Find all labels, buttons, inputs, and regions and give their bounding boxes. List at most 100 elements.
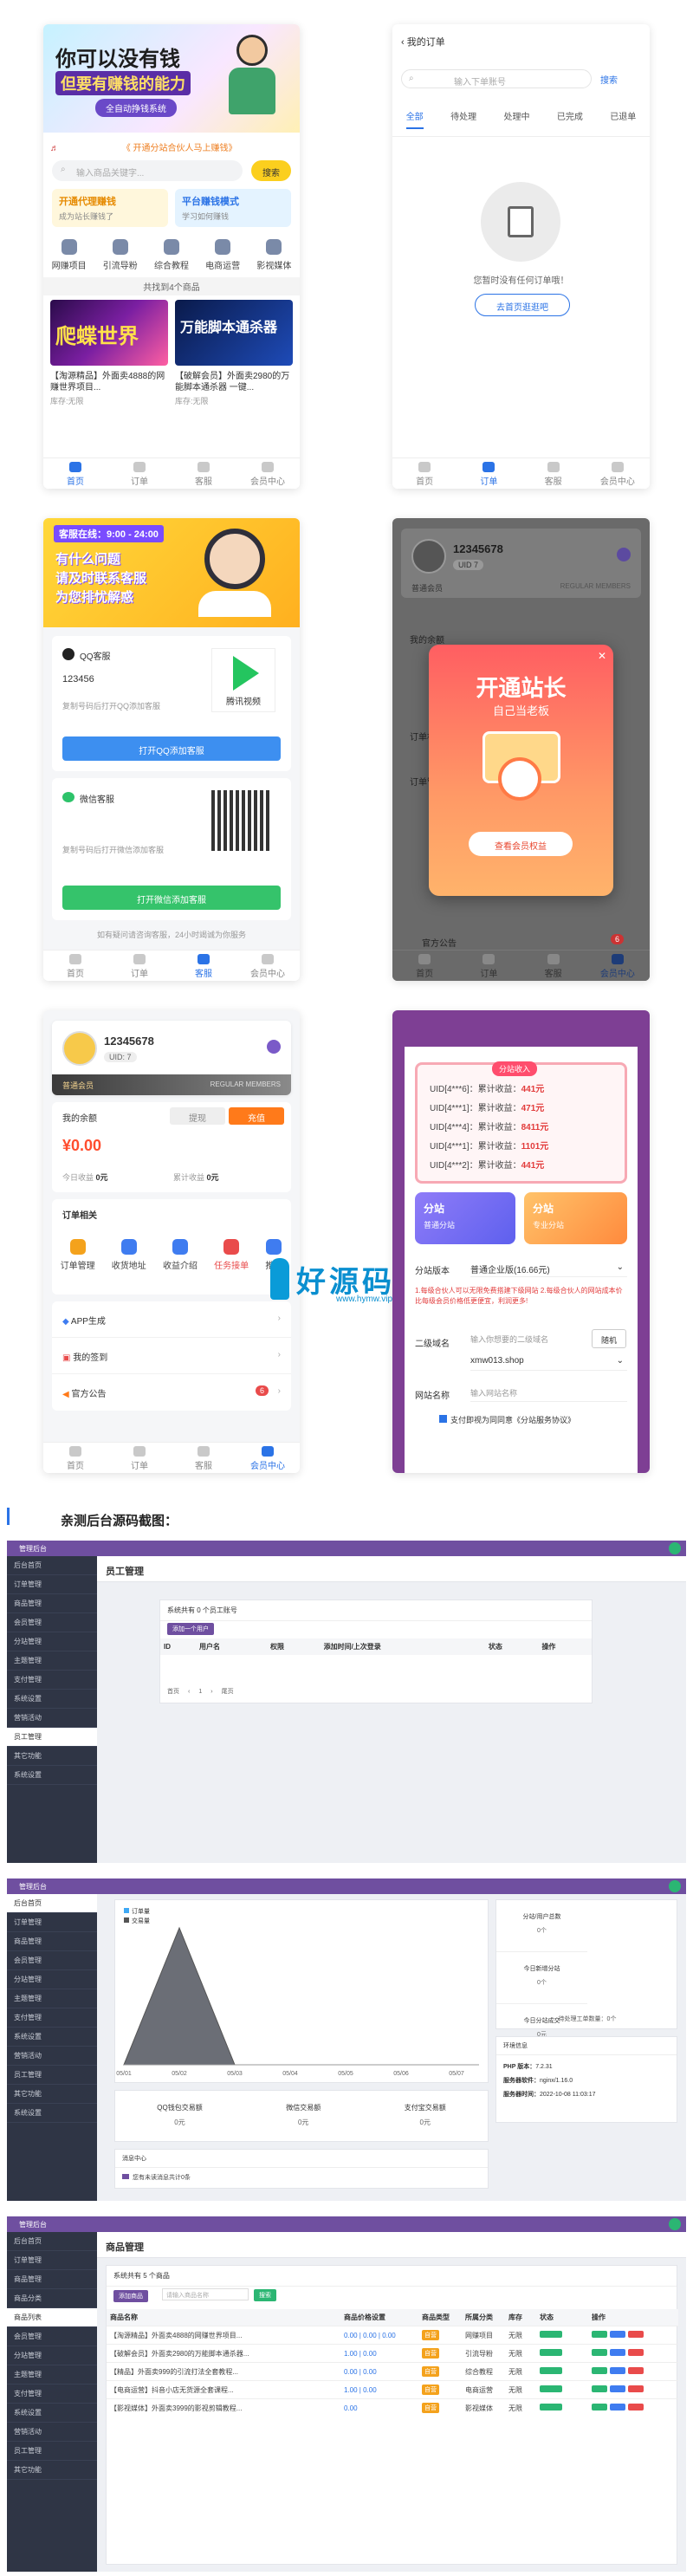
sidebar-item[interactable]: 系统设置 [7,2404,97,2423]
nav-home[interactable]: 首页 [43,458,107,489]
nav-service[interactable]: 客服 [521,458,586,489]
withdraw-button[interactable]: 提现 [170,1107,225,1125]
action-button[interactable] [592,2331,607,2338]
goods-search-button[interactable]: 搜索 [254,2289,276,2301]
sidebar-item[interactable]: 营销活动 [7,1709,97,1728]
action-button[interactable] [610,2385,625,2392]
sidebar-item[interactable]: 会员管理 [7,2327,97,2346]
sidebar-item[interactable]: 商品列表 [7,2308,97,2327]
menu-checkin[interactable]: ▣ 我的签到 › [52,1338,291,1374]
nav-member[interactable]: 会员中心 [586,951,650,981]
action-button[interactable] [628,2331,644,2338]
order-item[interactable]: 收益介绍 [163,1239,198,1271]
nav-service[interactable]: 客服 [172,1443,236,1473]
avatar[interactable] [669,1880,681,1892]
sidebar-item[interactable]: 订单管理 [7,1913,97,1932]
site-name-input[interactable]: 输入网站名称 [470,1383,627,1402]
sidebar-item[interactable]: 商品管理 [7,2270,97,2289]
action-button[interactable] [592,2385,607,2392]
qq-number[interactable]: 123456 [62,674,94,685]
sidebar-item[interactable]: 其它功能 [7,2085,97,2104]
action-button[interactable] [610,2367,625,2374]
table-row[interactable]: 【影视媒体】外面卖3999的影视剪辑教程... 0.00 自营 影视媒体 无限 [107,2398,678,2417]
table-row[interactable]: 【电商运营】抖音小店无货源全套课程... 1.00 | 0.00 自营 电商运营 无限 [107,2380,678,2399]
settings-icon[interactable] [267,1040,281,1054]
promo-agent[interactable]: 开通代理赚钱 成为站长赚钱了 [52,189,168,227]
home-banner[interactable]: 你可以没有钱 但要有赚钱的能力 全自动挣钱系统 [43,24,300,133]
tab-done[interactable]: 已完成 [557,109,583,129]
tab-pending[interactable]: 待处理 [450,109,476,129]
sidebar-item[interactable]: 员工管理 [7,2066,97,2085]
close-icon[interactable]: ✕ [598,650,606,662]
branch-card-pro[interactable]: 分站 专业分站 [524,1192,627,1244]
goods-card[interactable]: 爬蝶世界 【淘源精品】外面卖4888的网赚世界项目... 库存:无限 [50,300,168,406]
sidebar-item[interactable]: 会员管理 [7,1951,97,1970]
category-item[interactable]: 综合教程 [154,239,189,271]
domain-input[interactable]: 输入你想要的二级域名 [470,1329,588,1348]
nav-orders[interactable]: 订单 [107,458,172,489]
sidebar-item[interactable]: 主题管理 [7,1651,97,1671]
notice-bar[interactable]: ♬ 《 开通分站合伙人马上赚钱》 [43,137,300,154]
page-link[interactable]: 尾页 [222,1689,234,1695]
sidebar-item[interactable]: 分站管理 [7,2346,97,2365]
status-toggle[interactable] [540,2404,562,2411]
sidebar-item[interactable]: 系统设置 [7,1690,97,1709]
order-item[interactable]: 订单管理 [61,1239,95,1271]
tab-processing[interactable]: 处理中 [503,109,529,129]
status-toggle[interactable] [540,2349,562,2356]
action-button[interactable] [592,2349,607,2356]
goods-card[interactable]: 万能脚本通杀器 【破解会员】外面卖2980的万能脚本通杀器 一键... 库存:无… [175,300,293,406]
table-row[interactable]: 【精品】外面卖999的引流打法全套教程... 0.00 | 0.00 自营 综合教程无… [107,2362,678,2381]
view-benefits-button[interactable]: 查看会员权益 [469,832,573,856]
nav-home[interactable]: 首页 [43,1443,107,1473]
sidebar-item[interactable]: 主题管理 [7,1989,97,2008]
status-toggle[interactable] [540,2367,562,2374]
menu-app[interactable]: ◆ APP生成 › [52,1301,291,1338]
menu-announce[interactable]: ◀ 官方公告 6 › [52,1374,291,1411]
nav-home[interactable]: 首页 [392,458,457,489]
nav-member[interactable]: 会员中心 [236,458,300,489]
nav-service[interactable]: 客服 [521,951,586,981]
sidebar-item[interactable]: 商品管理 [7,1932,97,1951]
nav-orders[interactable]: 订单 [457,951,521,981]
page-link[interactable]: ‹ [188,1689,190,1695]
nav-member[interactable]: 会员中心 [236,1443,300,1473]
page-link[interactable]: 1 [198,1689,202,1695]
order-item[interactable]: 收货地址 [112,1239,146,1271]
avatar[interactable] [669,1542,681,1554]
sidebar-item[interactable]: 订单管理 [7,1575,97,1594]
recharge-button[interactable]: 充值 [229,1107,284,1125]
version-select[interactable]: 普通企业版(16.66元) ⌄ [470,1258,627,1277]
goods-search-input[interactable]: 请输入商品名称 [162,2288,249,2300]
category-item[interactable]: 电商运营 [205,239,240,271]
sidebar-item[interactable]: 主题管理 [7,2365,97,2385]
action-button[interactable] [610,2349,625,2356]
nav-orders[interactable]: 订单 [457,458,521,489]
random-button[interactable]: 随机 [592,1329,626,1348]
action-button[interactable] [628,2349,644,2356]
order-search-button[interactable]: 搜索 [600,73,618,86]
domain-suffix-select[interactable]: xmw013.shop ⌄ [470,1352,627,1371]
settings-icon[interactable] [617,548,631,561]
action-button[interactable] [592,2367,607,2374]
sidebar-item[interactable]: 营销活动 [7,2423,97,2442]
balance-row[interactable]: 我的余额 [410,633,444,646]
sidebar-item[interactable]: 员工管理 [7,1728,97,1747]
sidebar-item[interactable]: 支付管理 [7,1671,97,1690]
category-item[interactable]: 影视媒体 [256,239,291,271]
search-input[interactable]: ⌕ 输入商品关键字... [52,160,243,181]
sidebar-item[interactable]: 后台首页 [7,2232,97,2251]
sidebar-item[interactable]: 订单管理 [7,2251,97,2270]
nav-member[interactable]: 会员中心 [586,458,650,489]
nav-home[interactable]: 首页 [392,951,457,981]
action-button[interactable] [610,2331,625,2338]
nav-service[interactable]: 客服 [172,458,236,489]
sidebar-item[interactable]: 支付管理 [7,2008,97,2028]
avatar[interactable] [669,2218,681,2230]
status-toggle[interactable] [540,2331,562,2338]
search-button[interactable]: 搜索 [251,160,291,181]
sidebar-item[interactable]: 后台首页 [7,1894,97,1913]
add-goods-button[interactable]: 添加商品 [113,2290,148,2302]
table-row[interactable]: 【破解会员】外面卖2980的万能脚本通杀器... 1.00 | 0.00 自营 引流导… [107,2344,678,2363]
agree-row[interactable]: 支付即视为同同意《分站服务协议》 [439,1414,575,1425]
